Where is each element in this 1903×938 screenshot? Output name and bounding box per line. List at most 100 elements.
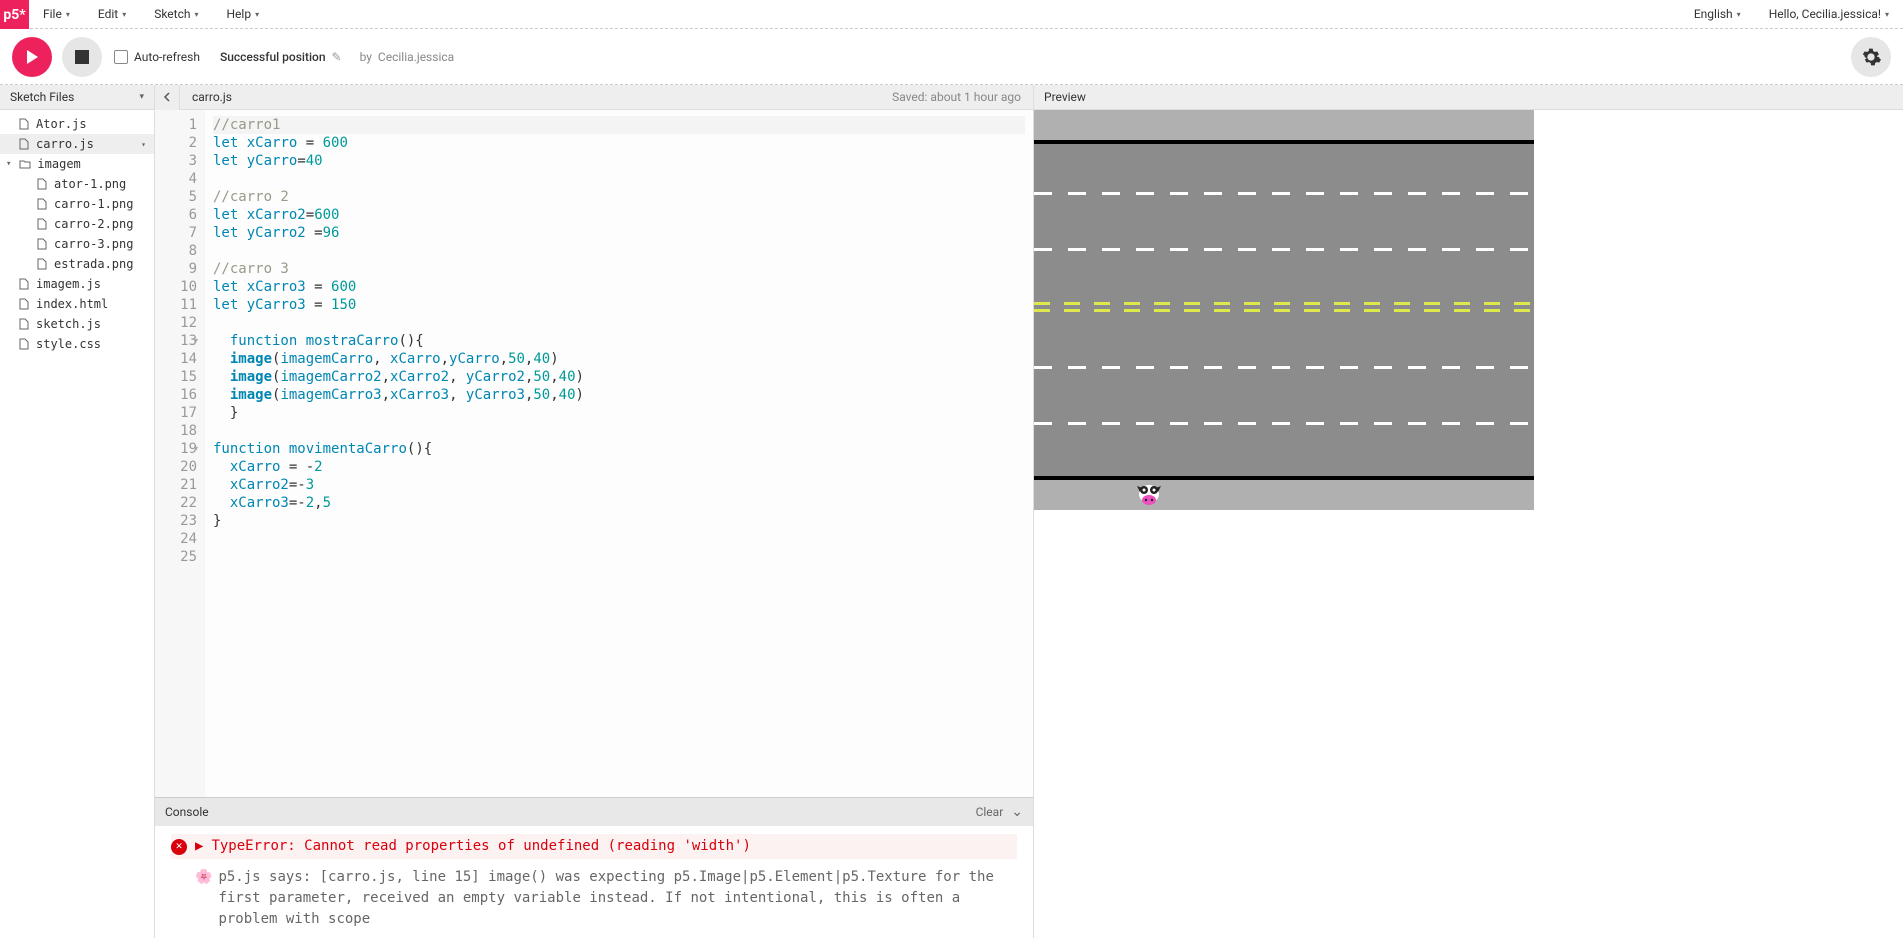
- arrow-right-icon[interactable]: ▶: [195, 836, 203, 857]
- folder-icon: [19, 158, 31, 170]
- line-number: 9: [155, 260, 197, 278]
- line-number: 16: [155, 386, 197, 404]
- stop-button[interactable]: [62, 37, 102, 77]
- code-line[interactable]: //carro 3: [213, 260, 1025, 278]
- line-number: 14: [155, 350, 197, 368]
- line-number: 2: [155, 134, 197, 152]
- fold-icon[interactable]: ▾: [194, 440, 199, 458]
- file-icon: [36, 238, 48, 250]
- file-item[interactable]: carro-2.png: [0, 214, 154, 234]
- menu-bar: File▾ Edit▾ Sketch▾ Help▾ English▾ Hello…: [29, 0, 1903, 28]
- fold-icon[interactable]: ▾: [194, 332, 199, 350]
- code-line[interactable]: let xCarro = 600: [213, 134, 1025, 152]
- menu-help[interactable]: Help▾: [213, 0, 274, 29]
- gear-icon: [1860, 46, 1882, 68]
- line-number: 15: [155, 368, 197, 386]
- editor-header: carro.js Saved: about 1 hour ago: [155, 85, 1033, 110]
- preview-title: Preview: [1044, 90, 1086, 104]
- file-item[interactable]: carro.js▾: [0, 134, 154, 154]
- menu-edit[interactable]: Edit▾: [84, 0, 140, 29]
- chevron-down-icon[interactable]: ▾: [141, 140, 146, 149]
- code-line[interactable]: }: [213, 512, 1025, 530]
- code-line[interactable]: [213, 242, 1025, 260]
- code-line[interactable]: xCarro3=-2,5: [213, 494, 1025, 512]
- settings-button[interactable]: [1851, 37, 1891, 77]
- code-line[interactable]: let yCarro2 =96: [213, 224, 1025, 242]
- author-link[interactable]: Cecilia.jessica: [378, 50, 454, 64]
- console-body[interactable]: ✕ ▶ TypeError: Cannot read properties of…: [155, 826, 1033, 938]
- preview-body: [1034, 110, 1903, 938]
- folder-item[interactable]: imagem: [0, 154, 154, 174]
- lane-marking: [1034, 366, 1534, 369]
- code-line[interactable]: let xCarro2=600: [213, 206, 1025, 224]
- code-line[interactable]: let yCarro3 = 150: [213, 296, 1025, 314]
- console-error: ✕ ▶ TypeError: Cannot read properties of…: [171, 834, 1017, 859]
- user-dropdown[interactable]: Hello, Cecilia.jessica!▾: [1755, 0, 1903, 29]
- code-line[interactable]: image(imagemCarro, xCarro,yCarro,50,40): [213, 350, 1025, 368]
- code-line[interactable]: //carro 2: [213, 188, 1025, 206]
- line-number: 21: [155, 476, 197, 494]
- checkbox-icon: [114, 50, 128, 64]
- code-line[interactable]: function mostraCarro(){: [213, 332, 1025, 350]
- file-tree: Ator.js carro.js▾ imagem ator-1.pngcarro-1.…: [0, 110, 154, 358]
- line-number: 10: [155, 278, 197, 296]
- main: Sketch Files ▾ Ator.jscarro.js▾imagemato…: [0, 85, 1903, 938]
- code-content[interactable]: //carro1let xCarro = 600let yCarro=40 //…: [205, 110, 1033, 797]
- file-item[interactable]: carro-3.png: [0, 234, 154, 254]
- code-line[interactable]: //carro1: [213, 116, 1025, 134]
- play-button[interactable]: [12, 37, 52, 77]
- line-number: 7: [155, 224, 197, 242]
- code-line[interactable]: image(imagemCarro3,xCarro3, yCarro3,50,4…: [213, 386, 1025, 404]
- file-name: Ator.js: [36, 117, 87, 131]
- chevron-down-icon[interactable]: ▾: [139, 92, 144, 102]
- code-line[interactable]: let xCarro3 = 600: [213, 278, 1025, 296]
- sidewalk-top: [1034, 110, 1534, 144]
- code-line[interactable]: xCarro = -2: [213, 458, 1025, 476]
- actor-sprite: [1134, 478, 1164, 508]
- by-label: by: [360, 50, 372, 64]
- code-editor[interactable]: 12345678910111213▾141516171819▾202122232…: [155, 110, 1033, 797]
- gutter: 12345678910111213▾141516171819▾202122232…: [155, 110, 205, 797]
- file-item[interactable]: ator-1.png: [0, 174, 154, 194]
- menu-right: English▾ Hello, Cecilia.jessica!▾: [1680, 0, 1903, 29]
- sidewalk-bottom: [1034, 476, 1534, 510]
- file-icon: [36, 258, 48, 270]
- code-line[interactable]: [213, 422, 1025, 440]
- file-item[interactable]: style.css: [0, 334, 154, 354]
- code-line[interactable]: let yCarro=40: [213, 152, 1025, 170]
- console-title: Console: [165, 805, 209, 819]
- code-line[interactable]: function movimentaCarro(){: [213, 440, 1025, 458]
- lane-marking: [1034, 248, 1534, 251]
- file-item[interactable]: sketch.js: [0, 314, 154, 334]
- code-line[interactable]: xCarro2=-3: [213, 476, 1025, 494]
- file-item[interactable]: Ator.js: [0, 114, 154, 134]
- file-item[interactable]: estrada.png: [0, 254, 154, 274]
- sketch-canvas[interactable]: [1034, 110, 1534, 510]
- chevron-down-icon: ▾: [1885, 10, 1889, 19]
- language-dropdown[interactable]: English▾: [1680, 0, 1755, 29]
- console-clear-button[interactable]: Clear: [976, 805, 1004, 819]
- file-name: imagem: [37, 157, 80, 171]
- code-line[interactable]: }: [213, 404, 1025, 422]
- stop-icon: [75, 50, 89, 64]
- line-number: 24: [155, 530, 197, 548]
- menu-file[interactable]: File▾: [29, 0, 84, 29]
- line-number: 22: [155, 494, 197, 512]
- file-item[interactable]: imagem.js: [0, 274, 154, 294]
- menu-sketch[interactable]: Sketch▾: [140, 0, 212, 29]
- pencil-icon[interactable]: ✎: [332, 50, 342, 64]
- code-line[interactable]: [213, 530, 1025, 548]
- file-item[interactable]: carro-1.png: [0, 194, 154, 214]
- chevron-down-icon[interactable]: ⌄: [1011, 804, 1023, 820]
- p5-logo[interactable]: p5*: [0, 0, 29, 29]
- code-line[interactable]: [213, 548, 1025, 566]
- code-line[interactable]: image(imagemCarro2,xCarro2, yCarro2,50,4…: [213, 368, 1025, 386]
- flower-icon: 🌸: [195, 867, 212, 930]
- code-line[interactable]: [213, 314, 1025, 332]
- sketch-name[interactable]: Successful position: [220, 50, 326, 64]
- code-line[interactable]: [213, 170, 1025, 188]
- chevron-left-icon: [162, 92, 172, 102]
- collapse-sidebar-button[interactable]: [155, 85, 180, 110]
- auto-refresh-toggle[interactable]: Auto-refresh: [114, 50, 200, 64]
- file-item[interactable]: index.html: [0, 294, 154, 314]
